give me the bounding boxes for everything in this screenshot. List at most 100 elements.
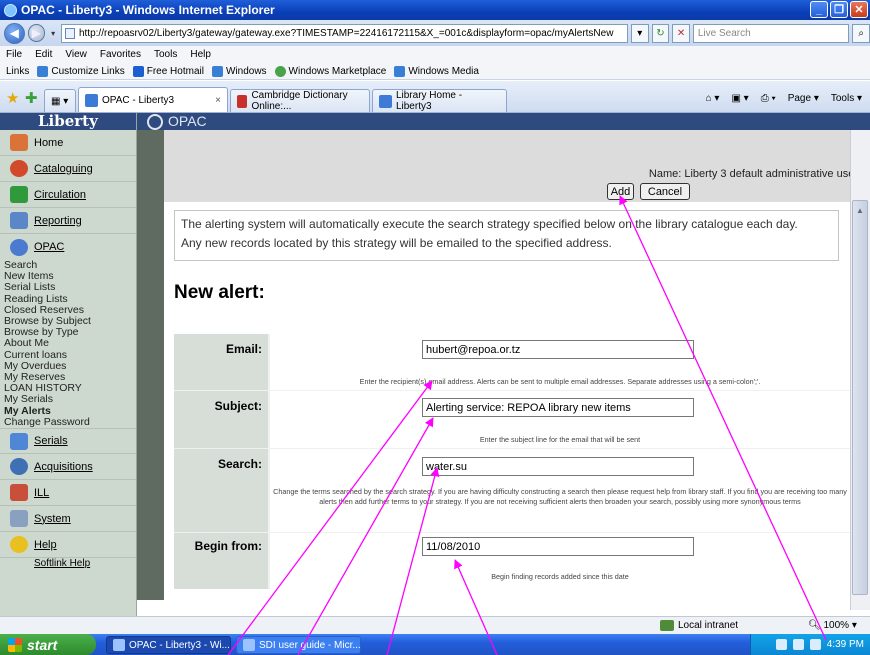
sidebar-item-cataloguing[interactable]: Cataloguing [0,156,136,182]
word-icon [243,639,255,651]
search-field[interactable]: water.su [422,457,694,476]
menu-bar: File Edit View Favorites Tools Help [0,46,870,63]
start-button[interactable]: start [0,634,96,655]
email-help-text: Enter the recipient(s) email address. Al… [359,377,761,386]
sidebar-item-acquisitions[interactable]: Acquisitions [0,454,136,481]
taskbar-item-word[interactable]: SDI user guide - Micr... [236,636,361,654]
opac-sub-change-password[interactable]: Change Password [4,416,136,428]
email-field[interactable]: hubert@repoa.or.tz [422,340,694,359]
tools-menu[interactable]: Tools ▾ [831,93,862,104]
tab-opac-liberty3[interactable]: OPAC - Liberty3 × [78,87,228,112]
home-icon [10,134,28,151]
scroll-up-icon[interactable]: ▲ [852,206,868,220]
sidebar-item-system[interactable]: System [0,506,136,533]
tab-library-home[interactable]: Library Home - Liberty3 [372,89,507,112]
close-window-button[interactable]: ✕ [850,1,868,18]
begin-from-field[interactable]: 11/08/2010 [422,537,694,556]
opac-sub-about-me[interactable]: About Me [4,338,136,349]
link-customize-links[interactable]: Customize Links [37,65,125,77]
menu-help[interactable]: Help [190,49,211,60]
back-button[interactable]: ◀ [4,22,25,44]
clock: 4:39 PM [826,639,864,650]
menu-edit[interactable]: Edit [35,49,52,60]
page-icon [64,27,75,39]
email-label: Email: [174,334,268,390]
opac-logo-icon [147,114,163,130]
begin-from-help-text: Begin finding records added since this d… [491,572,629,581]
add-button[interactable]: Add [607,183,634,200]
link-windows[interactable]: Windows [211,65,267,77]
address-dropdown-button[interactable]: ▾ [630,23,649,43]
search-help-text: Change the terms searched by the search … [273,487,847,506]
user-name-label: Name: Liberty 3 default administrative u… [648,168,858,180]
search-icon[interactable]: ⌕ [852,23,870,43]
tab-favicon [237,94,248,108]
new-alert-heading: New alert: [174,282,265,303]
opac-sub-my-serials[interactable]: My Serials [4,394,136,405]
subject-label: Subject: [174,391,268,448]
zoom-level[interactable]: 🔍︎ 100% ▾ [808,620,857,631]
help-icon [10,536,28,554]
msn-icon [132,65,144,77]
tab-cambridge-dictionary[interactable]: Cambridge Dictionary Online:... [230,89,370,112]
sidebar-item-ill[interactable]: ILL [0,480,136,507]
link-windows-media[interactable]: Windows Media [394,65,479,77]
address-input[interactable]: http://repoasrv02/Liberty3/gateway/gatew… [60,23,628,43]
ie-link-icon [394,65,406,77]
link-windows-marketplace[interactable]: Windows Marketplace [274,65,386,77]
quick-tabs-button[interactable]: ▦ ▾ [44,89,76,112]
scrollbar-thumb[interactable] [852,200,868,595]
favorites-star-icon[interactable]: ★ [6,89,22,107]
sidebar-item-reporting[interactable]: Reporting [0,208,136,234]
sidebar-item-softlink-help[interactable]: Softlink Help [0,558,136,572]
window-title-bar: OPAC - Liberty3 - Windows Internet Explo… [0,0,870,20]
sidebar-item-home[interactable]: Home [0,130,136,156]
acquisitions-icon [10,458,28,476]
network-icon[interactable] [809,639,821,650]
begin-from-label: Begin from: [174,533,268,589]
live-search-input[interactable]: Live Search [692,23,850,43]
minimize-button[interactable]: _ [810,1,828,18]
refresh-button[interactable]: ↻ [651,23,670,43]
sidebar-item-help[interactable]: Help [0,532,136,559]
opac-sub-serial-lists[interactable]: Serial Lists [4,282,136,293]
add-favorites-icon[interactable]: ✚ [25,89,41,107]
reporting-icon [10,212,28,229]
stop-button[interactable]: ✕ [672,23,690,43]
close-tab-icon[interactable]: × [215,95,221,106]
info-line-2: Any new records located by this strategy… [181,236,612,250]
security-zone: Local intranet [660,620,738,631]
system-tray: 4:39 PM [750,634,870,655]
forward-button[interactable]: ▶ [27,24,46,42]
history-dropdown[interactable]: ▾ [48,29,58,38]
home-icon[interactable]: ⌂ ▾ [706,93,720,104]
sidebar-item-serials[interactable]: Serials [0,428,136,455]
tray-icon[interactable] [792,639,804,650]
sidebar-item-opac[interactable]: OPAC [0,234,136,260]
maximize-button[interactable]: ❐ [830,1,848,18]
liberty-sidebar: Liberty Home Cataloguing Circulation Rep… [0,113,137,623]
menu-file[interactable]: File [6,49,22,60]
ie-link-icon [37,65,49,77]
menu-favorites[interactable]: Favorites [100,49,141,60]
alert-info-box: The alerting system will automatically e… [174,210,839,261]
menu-view[interactable]: View [65,49,87,60]
opac-section-title: OPAC [168,113,207,129]
subject-field[interactable]: Alerting service: REPOA library new item… [422,398,694,417]
link-free-hotmail[interactable]: Free Hotmail [132,65,204,77]
taskbar-item-opac[interactable]: OPAC - Liberty3 - Wi... [106,636,231,654]
sidebar-item-circulation[interactable]: Circulation [0,182,136,208]
cancel-button[interactable]: Cancel [640,183,690,200]
circulation-icon [10,186,28,203]
status-bar: Local intranet 🔍︎ 100% ▾ [0,616,870,634]
print-icon[interactable]: ⎙ ▾ [761,93,776,104]
liberty-brand: Liberty [0,113,136,130]
links-bar: Links Customize Links Free Hotmail Windo… [0,63,870,80]
zoom-icon: 🔍︎ [808,620,821,631]
new-alert-form: Email: hubert@repoa.or.tz Enter the reci… [174,334,850,589]
tab-row: ★ ✚ ▦ ▾ OPAC - Liberty3 × Cambridge Dict… [0,81,870,113]
page-menu[interactable]: Page ▾ [788,93,819,104]
tray-icon[interactable] [775,639,787,650]
feeds-icon[interactable]: ▣ ▾ [731,93,748,104]
menu-tools[interactable]: Tools [154,49,177,60]
